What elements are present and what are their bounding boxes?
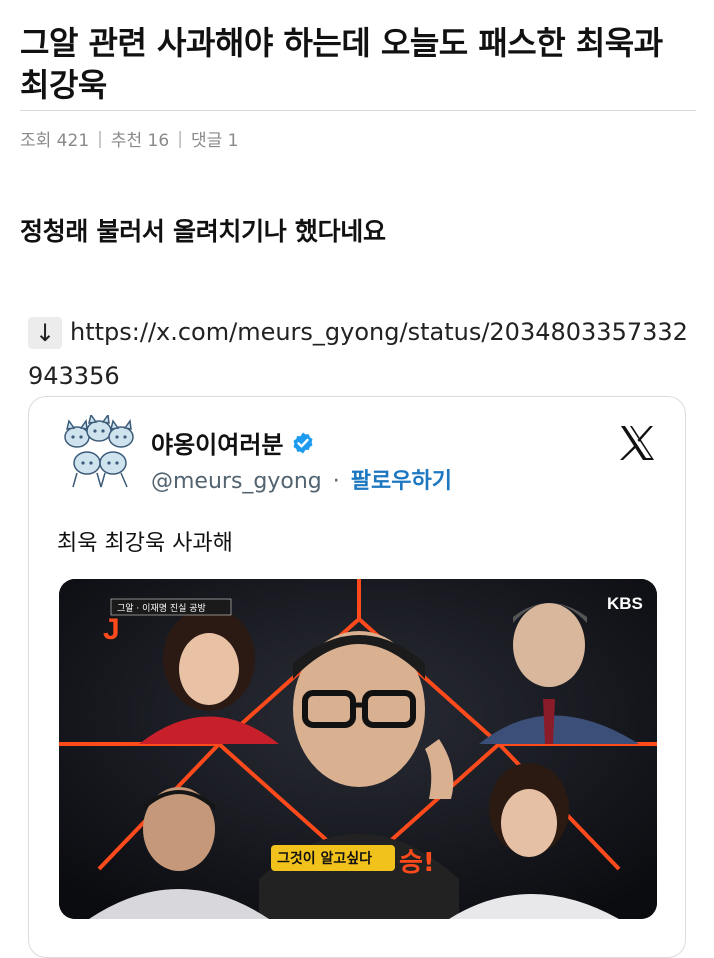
title-divider xyxy=(20,110,696,111)
post-meta: 조회 421 | 추천 16 | 댓글 1 xyxy=(20,126,239,152)
view-count: 조회 421 xyxy=(20,131,90,151)
follow-button[interactable]: 팔로우하기 xyxy=(351,469,452,494)
tweet-embed-card[interactable]: 야옹이여러분 @meurs_gyong · 팔로우하기 최욱 최강욱 사과해 K… xyxy=(28,396,686,958)
post-link[interactable]: ↓ https://x.com/meurs_gyong/status/203480… xyxy=(28,310,688,398)
author-display-name[interactable]: 야옹이여러분 xyxy=(151,425,283,460)
x-logo-icon[interactable] xyxy=(617,423,657,463)
tweet-media-image[interactable]: KBS 그알 · 이재명 진실 공방 J 그것이 알고싶다 승! xyxy=(59,579,657,919)
author-handle[interactable]: @meurs_gyong xyxy=(151,469,322,494)
link-url[interactable]: https://x.com/meurs_gyong/status/2034803… xyxy=(28,318,688,390)
kbs-logo: KBS xyxy=(607,594,643,613)
post-title: 그알 관련 사과해야 하는데 오늘도 패스한 최욱과 최강욱 xyxy=(20,24,663,104)
caption-suffix: 승! xyxy=(399,848,435,878)
post-body-text: 정청래 불러서 올려치기나 했다네요 xyxy=(20,217,386,246)
cat-avatar-icon[interactable] xyxy=(57,415,141,491)
show-tag: 그알 · 이재명 진실 공방 xyxy=(117,603,206,614)
meta-separator: | xyxy=(177,128,183,149)
recommend-count: 추천 16 xyxy=(110,131,170,151)
caption-text: 그것이 알고싶다 xyxy=(277,850,372,867)
tweet-text: 최욱 최강욱 사과해 xyxy=(57,531,233,556)
author-handle-row: @meurs_gyong · 팔로우하기 xyxy=(151,463,452,495)
verified-badge-icon xyxy=(293,432,313,453)
down-arrow-icon: ↓ xyxy=(28,317,62,349)
show-letter: J xyxy=(103,613,120,646)
meta-separator: | xyxy=(97,128,103,149)
tv-show-scene: KBS 그알 · 이재명 진실 공방 J 그것이 알고싶다 승! xyxy=(59,579,657,919)
tweet-author[interactable]: 야옹이여러분 xyxy=(151,425,315,460)
comment-count[interactable]: 댓글 1 xyxy=(191,126,239,151)
dot-separator: · xyxy=(332,469,340,494)
